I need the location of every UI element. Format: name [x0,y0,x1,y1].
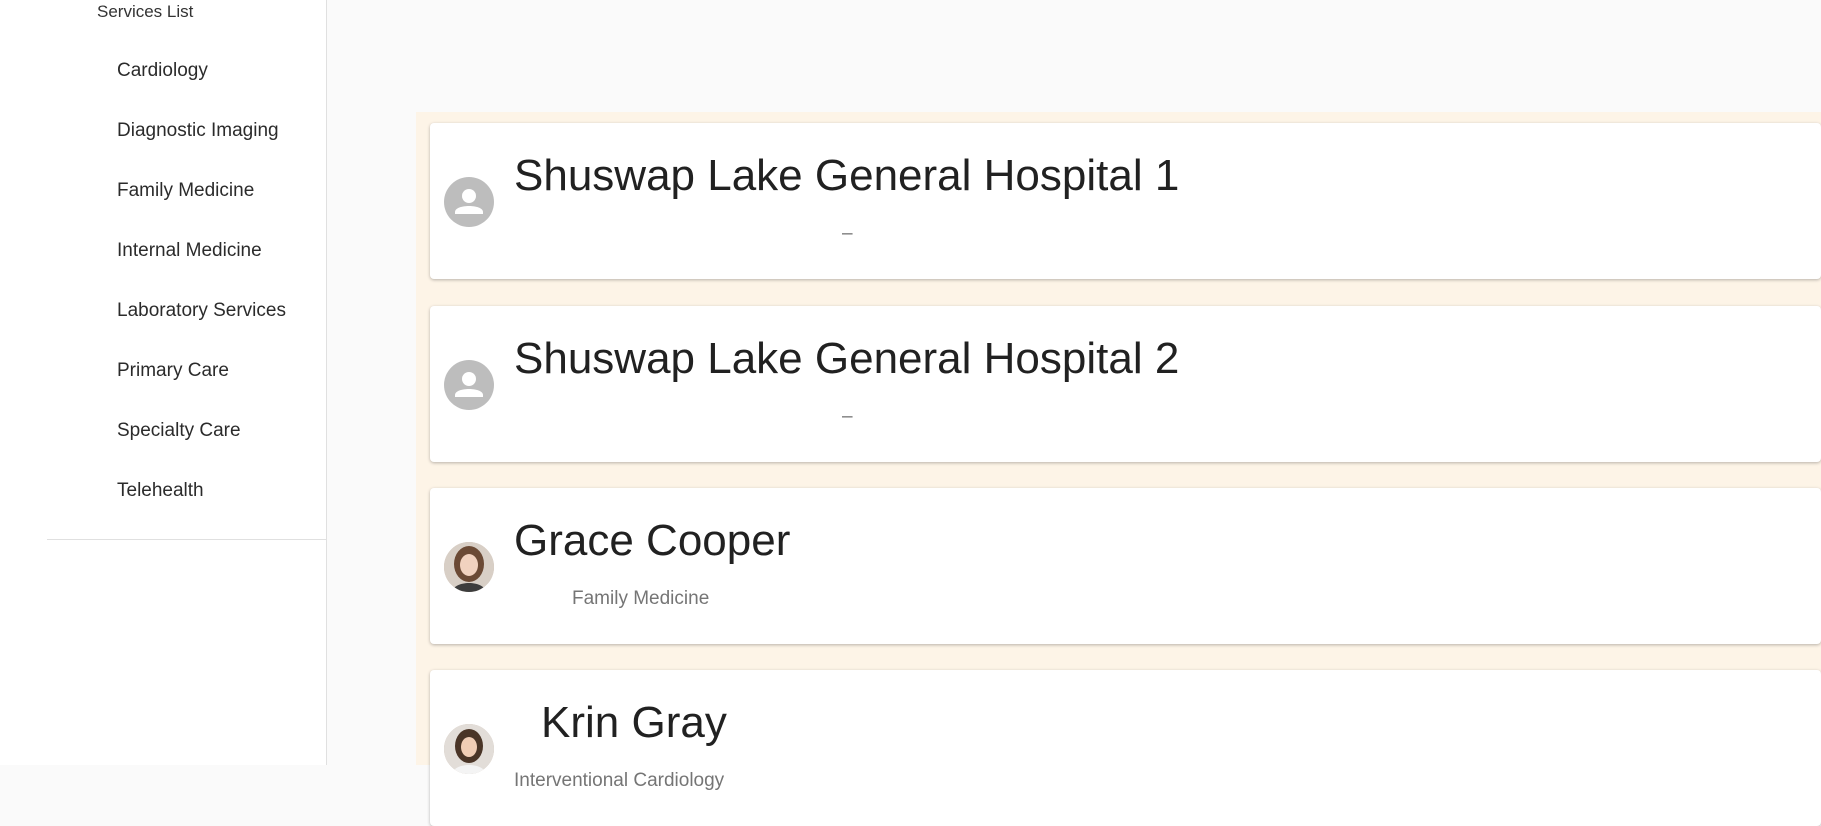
provider-card[interactable]: Shuswap Lake General Hospital 1 – [430,123,1821,279]
provider-specialty: Interventional Cardiology [514,770,725,791]
sidebar-item-family-medicine[interactable]: Family Medicine [0,161,326,221]
provider-card[interactable]: Shuswap Lake General Hospital 2 – [430,306,1821,462]
sidebar-item-laboratory-services[interactable]: Laboratory Services [0,281,326,341]
profile-photo [444,724,494,774]
sidebar-item-cardiology[interactable]: Cardiology [0,41,326,101]
provider-name: Grace Cooper [514,516,791,565]
sidebar-divider [47,539,326,540]
services-list: Cardiology Diagnostic Imaging Family Med… [0,41,326,521]
sidebar-item-primary-care[interactable]: Primary Care [0,341,326,401]
provider-specialty: – [842,223,853,244]
services-sidebar: Services List Cardiology Diagnostic Imag… [0,0,327,765]
sidebar-item-telehealth[interactable]: Telehealth [0,461,326,521]
provider-name: Shuswap Lake General Hospital 2 [514,334,1180,383]
services-list-subheader: Services List [97,2,194,21]
profile-photo [444,542,494,592]
provider-name: Shuswap Lake General Hospital 1 [514,151,1180,200]
provider-specialty: Family Medicine [572,588,710,609]
provider-name: Krin Gray [541,698,727,747]
provider-card[interactable]: Krin Gray Interventional Cardiology [430,670,1821,826]
sidebar-item-internal-medicine[interactable]: Internal Medicine [0,221,326,281]
sidebar-item-diagnostic-imaging[interactable]: Diagnostic Imaging [0,101,326,161]
provider-card[interactable]: Grace Cooper Family Medicine [430,488,1821,644]
provider-list-panel: Shuswap Lake General Hospital 1 – Shuswa… [416,112,1821,826]
person-icon [444,177,494,227]
provider-specialty: – [842,406,853,427]
sidebar-item-specialty-care[interactable]: Specialty Care [0,401,326,461]
person-icon [444,360,494,410]
